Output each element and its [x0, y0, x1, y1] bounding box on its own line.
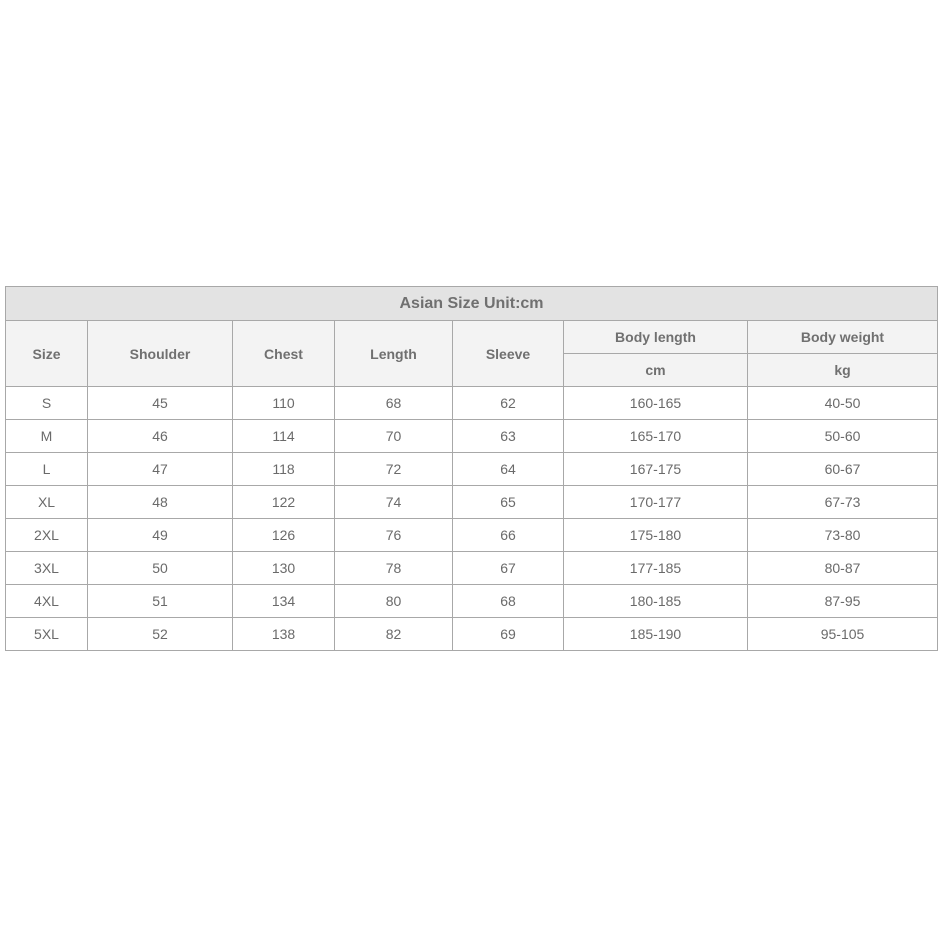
cell-body-weight: 87-95 [747, 584, 938, 618]
header-body-weight-unit: kg [747, 353, 938, 387]
cell-length: 76 [334, 518, 453, 552]
table-row: L 47 118 72 64 167-175 60-67 [5, 452, 938, 486]
header-size: Size [5, 320, 88, 387]
cell-chest: 114 [232, 419, 335, 453]
cell-shoulder: 45 [87, 386, 233, 420]
header-shoulder: Shoulder [87, 320, 233, 387]
cell-sleeve: 69 [452, 617, 564, 651]
cell-body-weight: 40-50 [747, 386, 938, 420]
cell-shoulder: 52 [87, 617, 233, 651]
header-chest: Chest [232, 320, 335, 387]
cell-body-weight: 73-80 [747, 518, 938, 552]
cell-sleeve: 64 [452, 452, 564, 486]
table-title: Asian Size Unit:cm [5, 286, 938, 321]
cell-length: 78 [334, 551, 453, 585]
table-header-row: Size Shoulder Chest Length Sleeve Body l… [5, 320, 938, 387]
cell-body-length: 175-180 [563, 518, 748, 552]
cell-size: M [5, 419, 88, 453]
table-row: M 46 114 70 63 165-170 50-60 [5, 419, 938, 453]
cell-sleeve: 63 [452, 419, 564, 453]
table-row: 3XL 50 130 78 67 177-185 80-87 [5, 551, 938, 585]
cell-shoulder: 50 [87, 551, 233, 585]
cell-length: 82 [334, 617, 453, 651]
cell-shoulder: 48 [87, 485, 233, 519]
cell-chest: 130 [232, 551, 335, 585]
cell-body-weight: 50-60 [747, 419, 938, 453]
table-row: 2XL 49 126 76 66 175-180 73-80 [5, 518, 938, 552]
table-row: 4XL 51 134 80 68 180-185 87-95 [5, 584, 938, 618]
header-body-length: Body length [563, 320, 748, 354]
header-length: Length [334, 320, 453, 387]
header-sleeve: Sleeve [452, 320, 564, 387]
cell-sleeve: 65 [452, 485, 564, 519]
cell-body-length: 160-165 [563, 386, 748, 420]
cell-shoulder: 46 [87, 419, 233, 453]
cell-length: 80 [334, 584, 453, 618]
cell-size: 2XL [5, 518, 88, 552]
cell-sleeve: 68 [452, 584, 564, 618]
cell-body-length: 180-185 [563, 584, 748, 618]
cell-size: XL [5, 485, 88, 519]
cell-body-weight: 67-73 [747, 485, 938, 519]
cell-chest: 134 [232, 584, 335, 618]
cell-chest: 126 [232, 518, 335, 552]
cell-length: 68 [334, 386, 453, 420]
cell-size: L [5, 452, 88, 486]
cell-chest: 110 [232, 386, 335, 420]
cell-body-length: 167-175 [563, 452, 748, 486]
cell-size: S [5, 386, 88, 420]
cell-size: 4XL [5, 584, 88, 618]
size-chart-table: Asian Size Unit:cm Size Shoulder Chest L… [5, 286, 938, 651]
cell-sleeve: 66 [452, 518, 564, 552]
cell-chest: 122 [232, 485, 335, 519]
cell-size: 3XL [5, 551, 88, 585]
cell-body-length: 185-190 [563, 617, 748, 651]
cell-shoulder: 49 [87, 518, 233, 552]
cell-length: 70 [334, 419, 453, 453]
cell-body-weight: 95-105 [747, 617, 938, 651]
header-body-length-unit: cm [563, 353, 748, 387]
cell-length: 74 [334, 485, 453, 519]
table-title-row: Asian Size Unit:cm [5, 286, 938, 321]
header-body-weight: Body weight [747, 320, 938, 354]
cell-body-weight: 60-67 [747, 452, 938, 486]
table-row: XL 48 122 74 65 170-177 67-73 [5, 485, 938, 519]
cell-shoulder: 51 [87, 584, 233, 618]
cell-length: 72 [334, 452, 453, 486]
cell-body-weight: 80-87 [747, 551, 938, 585]
cell-chest: 138 [232, 617, 335, 651]
cell-size: 5XL [5, 617, 88, 651]
table-row: 5XL 52 138 82 69 185-190 95-105 [5, 617, 938, 651]
cell-body-length: 165-170 [563, 419, 748, 453]
cell-sleeve: 62 [452, 386, 564, 420]
table-row: S 45 110 68 62 160-165 40-50 [5, 386, 938, 420]
cell-shoulder: 47 [87, 452, 233, 486]
cell-body-length: 177-185 [563, 551, 748, 585]
cell-chest: 118 [232, 452, 335, 486]
cell-body-length: 170-177 [563, 485, 748, 519]
cell-sleeve: 67 [452, 551, 564, 585]
